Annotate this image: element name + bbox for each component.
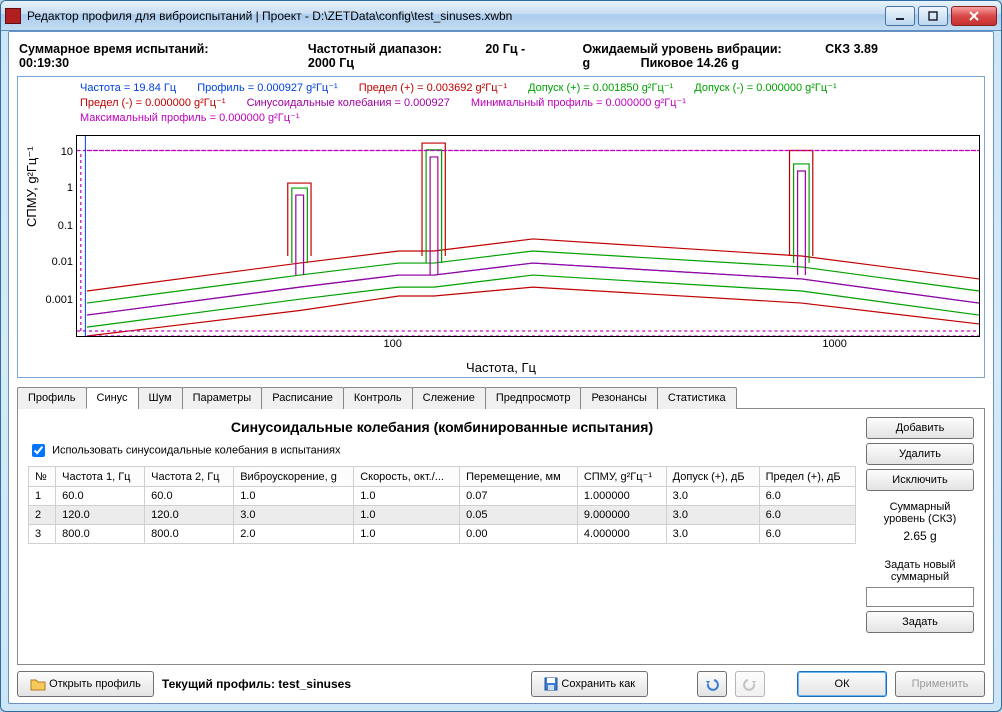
window-title: Редактор профиля для виброиспытаний | Пр…	[27, 9, 882, 23]
set-new-input[interactable]	[866, 587, 974, 607]
use-sine-label[interactable]: Использовать синусоидальные колебания в …	[52, 444, 340, 456]
table-cell[interactable]: 60.0	[56, 487, 145, 506]
minimize-button[interactable]	[885, 6, 915, 26]
summary-bar: Суммарное время испытаний: 00:19:30 Част…	[17, 38, 985, 76]
table-cell[interactable]: 6.0	[759, 525, 855, 544]
chart-plot[interactable]: 10 1 0.1 0.01 0.001 100 1000	[76, 135, 980, 337]
table-cell[interactable]: 3.0	[666, 506, 759, 525]
table-cell[interactable]: 3.0	[666, 487, 759, 506]
column-header[interactable]: Частота 1, Гц	[56, 467, 145, 487]
redo-icon	[743, 677, 757, 691]
legend-tol-minus: Допуск (-) = 0.000000 g²Гц⁻¹	[694, 81, 836, 96]
undo-button[interactable]	[697, 671, 727, 697]
folder-icon	[30, 677, 46, 691]
table-cell[interactable]: 1.0	[354, 506, 460, 525]
set-button[interactable]: Задать	[866, 611, 974, 633]
maximize-button[interactable]	[918, 6, 948, 26]
column-header[interactable]: Частота 2, Гц	[145, 467, 234, 487]
use-sine-checkbox[interactable]	[32, 444, 45, 457]
sum-level-label: Суммарныйуровень (СКЗ)	[866, 501, 974, 525]
remove-button[interactable]: Удалить	[866, 443, 974, 465]
table-row[interactable]: 3800.0800.02.01.00.004.0000003.06.0	[29, 525, 856, 544]
current-profile-label: Текущий профиль: test_sinuses	[162, 677, 351, 691]
table-cell[interactable]: 9.000000	[577, 506, 666, 525]
sine-table[interactable]: №Частота 1, ГцЧастота 2, ГцВиброускорени…	[28, 466, 856, 544]
table-cell[interactable]: 0.07	[460, 487, 578, 506]
exclude-button[interactable]: Исключить	[866, 469, 974, 491]
table-cell[interactable]: 1.0	[354, 525, 460, 544]
client-area: Суммарное время испытаний: 00:19:30 Част…	[8, 31, 994, 704]
legend-lim-plus: Предел (+) = 0.003692 g²Гц⁻¹	[359, 81, 507, 96]
tabs: ПрофильСинусШумПараметрыРасписаниеКонтро…	[17, 386, 985, 409]
undo-icon	[705, 677, 719, 691]
tab-профиль[interactable]: Профиль	[17, 387, 87, 409]
table-cell[interactable]: 3.0	[666, 525, 759, 544]
open-profile-button[interactable]: Открыть профиль	[17, 671, 154, 697]
chart-xlabel: Частота, Гц	[466, 360, 536, 375]
ok-button[interactable]: ОК	[797, 671, 887, 697]
column-header[interactable]: Предел (+), дБ	[759, 467, 855, 487]
table-cell[interactable]: 2	[29, 506, 56, 525]
column-header[interactable]: Перемещение, мм	[460, 467, 578, 487]
legend-lim-minus: Предел (-) = 0.000000 g²Гц⁻¹	[80, 96, 226, 111]
tab-контроль[interactable]: Контроль	[343, 387, 413, 409]
table-cell[interactable]: 0.00	[460, 525, 578, 544]
tab-синус[interactable]: Синус	[86, 387, 139, 409]
legend-max-profile: Максимальный профиль = 0.000000 g²Гц⁻¹	[80, 111, 300, 126]
legend-profile: Профиль = 0.000927 g²Гц⁻¹	[197, 81, 337, 96]
table-cell[interactable]: 3.0	[234, 506, 354, 525]
chart-panel: Частота = 19.84 Гц Профиль = 0.000927 g²…	[17, 76, 985, 378]
table-cell[interactable]: 60.0	[145, 487, 234, 506]
side-panel: Добавить Удалить Исключить Суммарныйуров…	[866, 417, 974, 660]
table-cell[interactable]: 6.0	[759, 506, 855, 525]
tab-статистика[interactable]: Статистика	[657, 387, 737, 409]
table-row[interactable]: 2120.0120.03.01.00.059.0000003.06.0	[29, 506, 856, 525]
table-cell[interactable]: 1.0	[234, 487, 354, 506]
table-cell[interactable]: 0.05	[460, 506, 578, 525]
table-row[interactable]: 160.060.01.01.00.071.0000003.06.0	[29, 487, 856, 506]
table-cell[interactable]: 2.0	[234, 525, 354, 544]
table-cell[interactable]: 1.0	[354, 487, 460, 506]
apply-button[interactable]: Применить	[895, 671, 985, 697]
table-cell[interactable]: 120.0	[56, 506, 145, 525]
table-cell[interactable]: 1.000000	[577, 487, 666, 506]
table-cell[interactable]: 4.000000	[577, 525, 666, 544]
tab-резонансы[interactable]: Резонансы	[580, 387, 657, 409]
tab-body-sinus: Синусоидальные колебания (комбинированны…	[17, 409, 985, 665]
table-cell[interactable]: 120.0	[145, 506, 234, 525]
save-as-button[interactable]: Сохранить как	[531, 671, 648, 697]
table-cell[interactable]: 6.0	[759, 487, 855, 506]
column-header[interactable]: Допуск (+), дБ	[666, 467, 759, 487]
bottom-bar: Открыть профиль Текущий профиль: test_si…	[17, 671, 985, 697]
table-cell[interactable]: 1	[29, 487, 56, 506]
column-header[interactable]: СПМУ, g²Гц⁻¹	[577, 467, 666, 487]
legend-freq: Частота = 19.84 Гц	[80, 81, 176, 96]
tab-параметры[interactable]: Параметры	[182, 387, 263, 409]
column-header[interactable]: Скорость, окт./...	[354, 467, 460, 487]
tab-предпросмотр[interactable]: Предпросмотр	[485, 387, 582, 409]
app-icon	[5, 8, 21, 24]
column-header[interactable]: Виброускорение, g	[234, 467, 354, 487]
legend-sine: Синусоидальные колебания = 0.000927	[247, 96, 450, 111]
add-button[interactable]: Добавить	[866, 417, 974, 439]
chart-ylabel: СПМУ, g²Гц⁻¹	[24, 146, 40, 227]
window: Редактор профиля для виброиспытаний | Пр…	[0, 0, 1002, 712]
sum-level-value: 2.65 g	[866, 529, 974, 543]
legend-tol-plus: Допуск (+) = 0.001850 g²Гц⁻¹	[528, 81, 673, 96]
section-heading: Синусоидальные колебания (комбинированны…	[28, 419, 856, 435]
tab-расписание[interactable]: Расписание	[261, 387, 344, 409]
close-button[interactable]	[951, 6, 997, 26]
titlebar[interactable]: Редактор профиля для виброиспытаний | Пр…	[1, 1, 1001, 31]
column-header[interactable]: №	[29, 467, 56, 487]
redo-button[interactable]	[735, 671, 765, 697]
table-cell[interactable]: 800.0	[56, 525, 145, 544]
table-cell[interactable]: 800.0	[145, 525, 234, 544]
disk-icon	[544, 677, 558, 691]
tab-шум[interactable]: Шум	[138, 387, 183, 409]
set-new-label: Задать новыйсуммарный	[866, 559, 974, 583]
legend-min-profile: Минимальный профиль = 0.000000 g²Гц⁻¹	[471, 96, 686, 111]
table-cell[interactable]: 3	[29, 525, 56, 544]
tab-слежение[interactable]: Слежение	[412, 387, 486, 409]
